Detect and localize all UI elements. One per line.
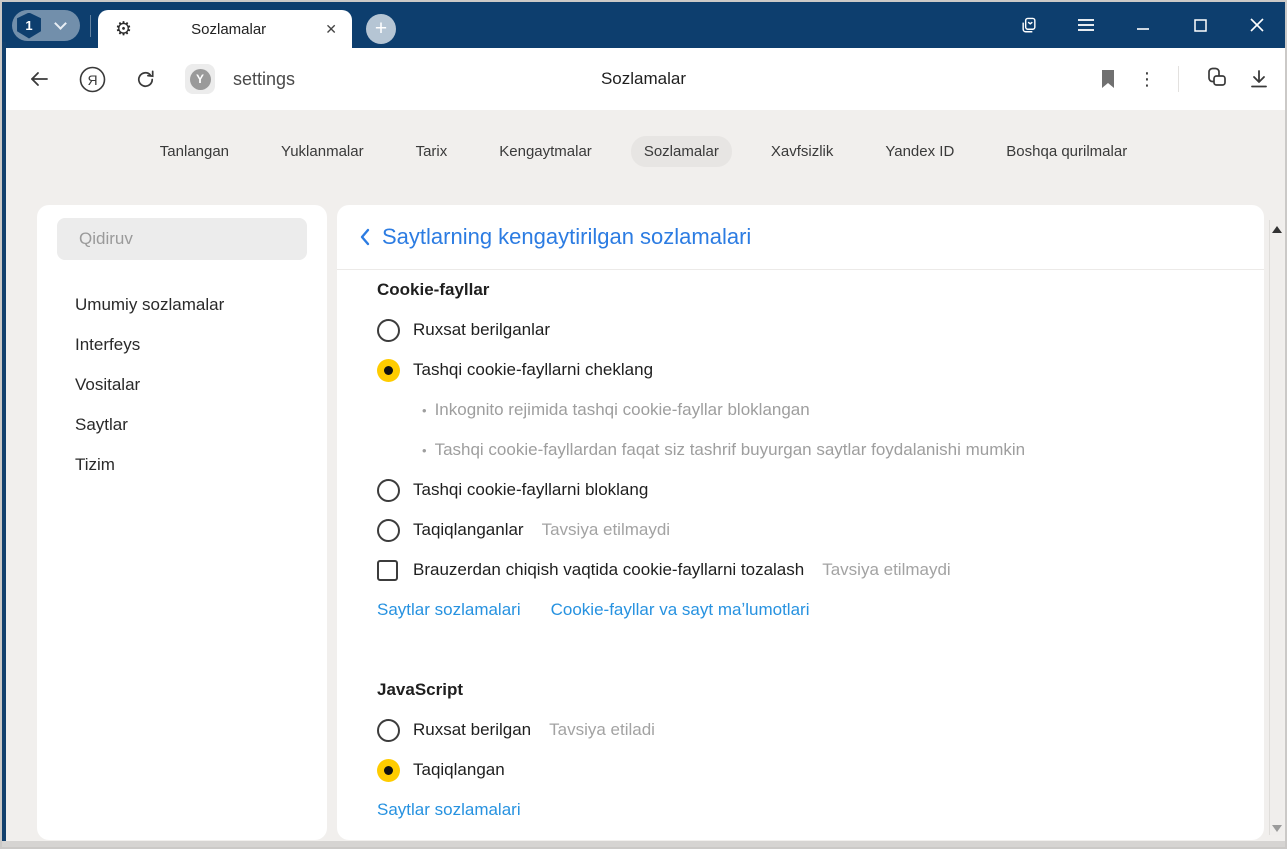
bookmark-icon[interactable] (1100, 69, 1116, 89)
radio-option-js-taqiqlangan[interactable]: Taqiqlangan (337, 750, 1264, 790)
nav-tab-tarix[interactable]: Tarix (403, 136, 461, 167)
sidebar-item-umumiy-sozlamalar[interactable]: Umumiy sozlamalar (37, 285, 327, 325)
sidebar-item-saytlar[interactable]: Saytlar (37, 405, 327, 445)
chevron-down-icon (54, 17, 67, 30)
new-tab-button[interactable]: + (366, 14, 396, 44)
recommendation-note: Tavsiya etilmaydi (822, 560, 951, 580)
window-close-button[interactable] (1247, 15, 1267, 35)
recommendation-note: Tavsiya etiladi (549, 720, 655, 740)
sidebar-item-vositalar[interactable]: Vositalar (37, 365, 327, 405)
radio-unselected-icon[interactable] (377, 719, 400, 742)
site-badge[interactable]: Y (185, 64, 215, 94)
menu-hamburger-icon[interactable] (1076, 15, 1096, 35)
scroll-up-arrow-icon[interactable] (1272, 226, 1282, 233)
link-js-saytlar-sozlamalari[interactable]: Saytlar sozlamalari (377, 800, 521, 820)
radio-option-ruxsat-berilganlar[interactable]: Ruxsat berilganlar (337, 310, 1264, 350)
radio-unselected-icon[interactable] (377, 319, 400, 342)
browser-tab-sozlamalar[interactable]: ⚙ Sozlamalar ✕ (98, 10, 352, 48)
downloads-icon[interactable] (1249, 69, 1269, 90)
window-left-edge (2, 42, 6, 841)
plus-icon: + (375, 18, 387, 39)
radio-option-js-ruxsat-berilgan[interactable]: Ruxsat berilgan Tavsiya etiladi (337, 710, 1264, 750)
nav-tab-boshqa-qurilmalar[interactable]: Boshqa qurilmalar (993, 136, 1140, 167)
settings-nav: Tanlangan Yuklanmalar Tarix Kengaytmalar… (2, 136, 1285, 167)
search-input[interactable] (57, 218, 307, 260)
tab-close-icon[interactable]: ✕ (325, 21, 337, 38)
address-text[interactable]: settings (233, 69, 295, 90)
window-bottom-edge (2, 841, 1285, 847)
nav-tab-xavfsizlik[interactable]: Xavfsizlik (758, 136, 847, 167)
nav-tab-kengaytmalar[interactable]: Kengaytmalar (486, 136, 605, 167)
svg-text:Я: Я (87, 72, 97, 88)
nav-tab-tanlangan[interactable]: Tanlangan (147, 136, 242, 167)
radio-option-tashqi-bloklang[interactable]: Tashqi cookie-fayllarni bloklang (337, 470, 1264, 510)
section-back-title[interactable]: Saytlarning kengaytirilgan sozlamalari (382, 224, 751, 250)
window-maximize-button[interactable] (1190, 15, 1210, 35)
checkbox-unchecked-icon[interactable] (377, 560, 398, 581)
link-saytlar-sozlamalari[interactable]: Saytlar sozlamalari (377, 600, 521, 620)
radio-selected-icon[interactable] (377, 759, 400, 782)
tab-title: Sozlamalar (132, 21, 325, 38)
nav-tab-yandex-id[interactable]: Yandex ID (872, 136, 967, 167)
cookie-detail-1: Inkognito rejimida tashqi cookie-fayllar… (337, 390, 1264, 430)
tab-counter-shield-icon: 1 (16, 13, 42, 39)
sidebar-item-interfeys[interactable]: Interfeys (37, 325, 327, 365)
gear-icon: ⚙ (115, 20, 132, 39)
radio-unselected-icon[interactable] (377, 519, 400, 542)
browser-window: 1 ⚙ Sozlamalar ✕ + (0, 0, 1287, 849)
collections-icon[interactable] (1201, 67, 1227, 91)
section-gap (337, 630, 1264, 670)
back-button[interactable] (27, 67, 51, 91)
tab-groups-icon[interactable] (1019, 15, 1039, 35)
link-cookie-sayt-malumotlari[interactable]: Cookie-fayllar va sayt maʼlumotlari (551, 600, 810, 620)
radio-option-tashqi-cheklang[interactable]: Tashqi cookie-fayllarni cheklang (337, 350, 1264, 390)
chevron-left-icon (359, 228, 371, 246)
settings-page: Tanlangan Yuklanmalar Tarix Kengaytmalar… (2, 110, 1285, 841)
title-bar: 1 ⚙ Sozlamalar ✕ + (2, 2, 1285, 48)
cookies-heading: Cookie-fayllar (337, 270, 1264, 310)
toolbar: Я Y settings Sozlamalar ⋮ (2, 48, 1285, 110)
yandex-logo-icon[interactable]: Я (79, 66, 106, 93)
refresh-button[interactable] (134, 68, 157, 91)
tab-counter-button[interactable]: 1 (12, 10, 80, 41)
window-minimize-button[interactable] (1133, 15, 1153, 35)
more-options-icon[interactable]: ⋮ (1138, 70, 1156, 88)
javascript-heading: JavaScript (337, 670, 1264, 710)
page-scrollbar[interactable] (1269, 220, 1283, 835)
radio-option-taqiqlanganlar[interactable]: Taqiqlanganlar Tavsiya etilmaydi (337, 510, 1264, 550)
scroll-down-arrow-icon[interactable] (1272, 825, 1282, 832)
radio-selected-icon[interactable] (377, 359, 400, 382)
recommendation-note: Tavsiya etilmaydi (542, 520, 671, 540)
settings-sidebar: Umumiy sozlamalar Interfeys Vositalar Sa… (37, 205, 327, 840)
cookie-detail-2: Tashqi cookie-fayllardan faqat siz tashr… (337, 430, 1264, 470)
checkbox-clear-cookies-on-exit[interactable]: Brauzerdan chiqish vaqtida cookie-faylla… (337, 550, 1264, 590)
tab-counter-value: 1 (25, 18, 32, 33)
nav-tab-yuklanmalar[interactable]: Yuklanmalar (268, 136, 377, 167)
sidebar-item-tizim[interactable]: Tizim (37, 445, 327, 485)
settings-favicon-icon: Y (190, 69, 211, 90)
nav-tab-sozlamalar[interactable]: Sozlamalar (631, 136, 732, 167)
titlebar-separator (90, 15, 91, 37)
toolbar-separator (1178, 66, 1179, 92)
radio-unselected-icon[interactable] (377, 479, 400, 502)
settings-content-panel: Saytlarning kengaytirilgan sozlamalari C… (337, 205, 1264, 840)
back-header[interactable]: Saytlarning kengaytirilgan sozlamalari (337, 205, 1264, 270)
